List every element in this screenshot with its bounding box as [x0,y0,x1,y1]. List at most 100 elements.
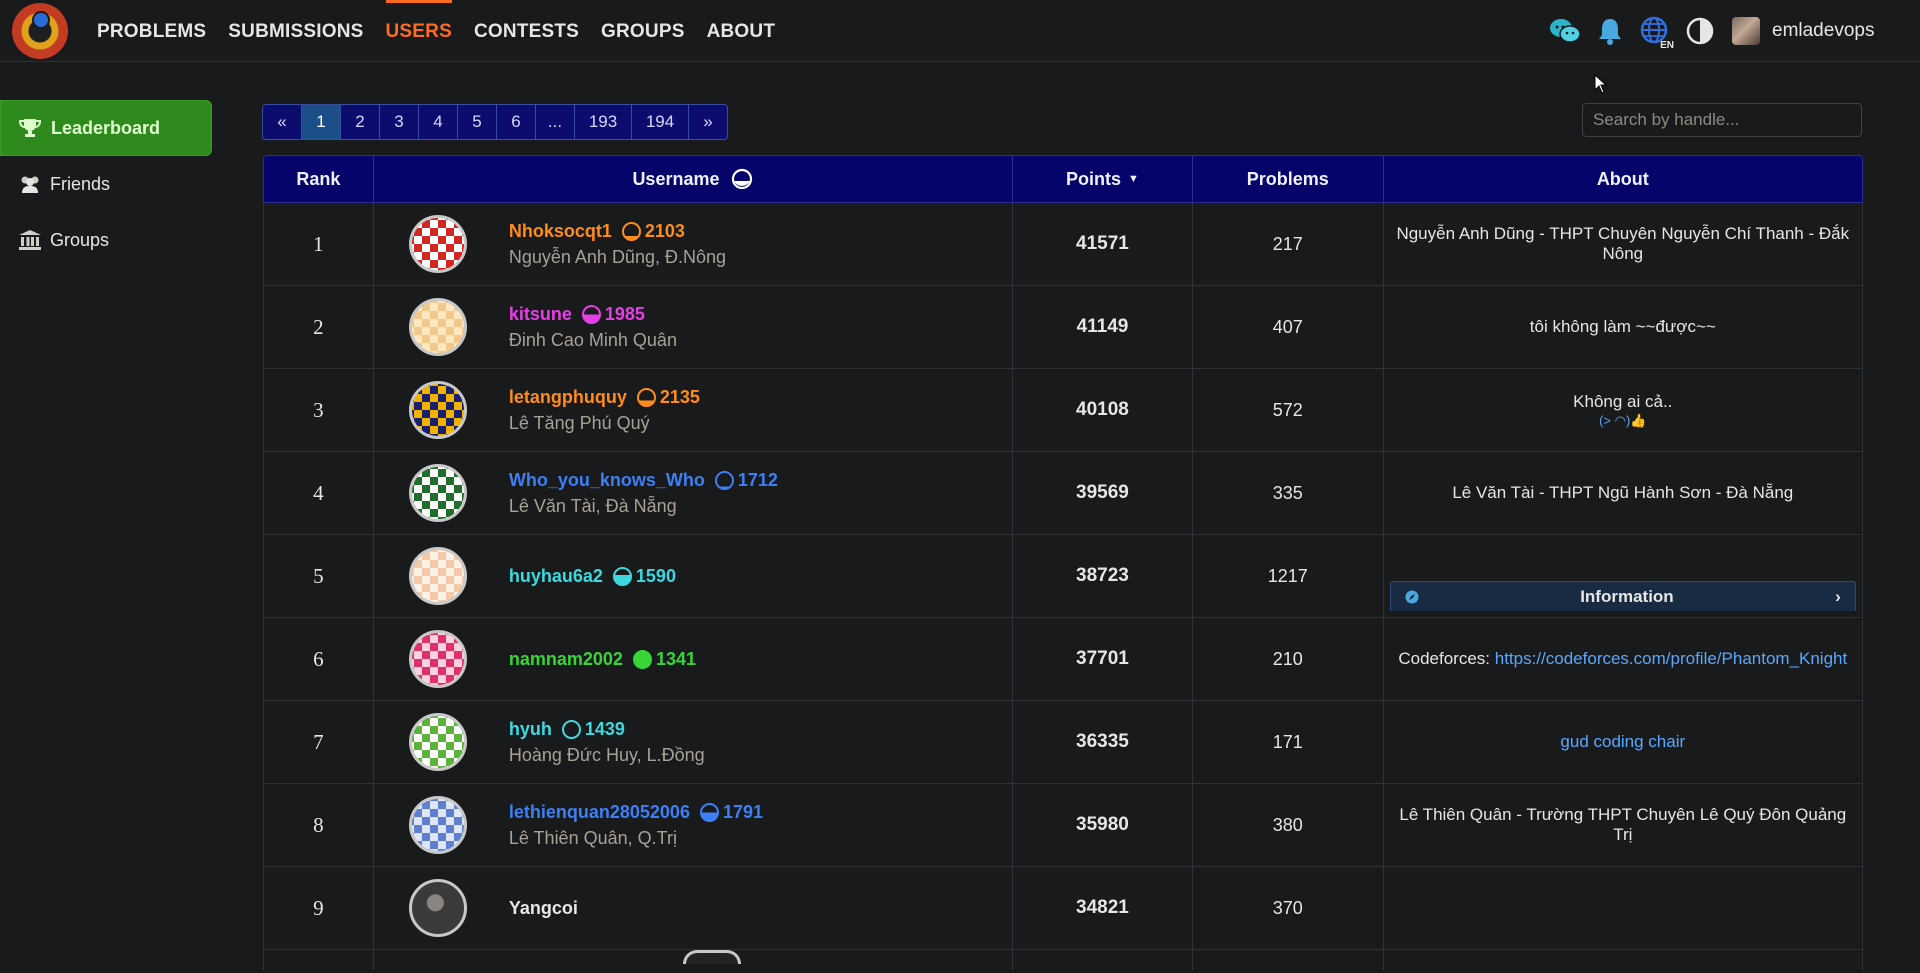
nav-groups[interactable]: GROUPS [601,0,685,61]
information-toggle[interactable]: Information › [1389,581,1856,611]
pagination-page-2[interactable]: 2 [340,104,380,140]
user-handle[interactable]: Who_you_knows_Who [509,470,705,491]
about-cell: Lê Thiên Quân - Trường THPT Chuyên Lê Qu… [1384,784,1862,866]
about-link[interactable]: gud coding chair [1560,732,1685,752]
about-cell: gud coding chair [1384,701,1862,783]
header-username[interactable]: Username [374,156,1014,202]
search-input[interactable] [1582,103,1862,137]
users-sidebar: Leaderboard Friends Groups [0,100,212,268]
avatar[interactable] [408,381,467,439]
table-row: 9 Yangcoi 34821 370 [263,867,1863,950]
pagination-page-193[interactable]: 193 [574,104,632,140]
contrast-icon[interactable] [1683,14,1717,48]
trophy-icon [19,117,45,139]
site-logo[interactable] [12,3,68,59]
table-body: 1 Nhoksocqt1 2103 Nguyễn Anh Dũng, Đ.Nôn… [263,203,1863,950]
header-points[interactable]: Points ▼ [1013,156,1193,202]
table-row: 6 namnam2002 1341 37701 210 Codeforces: … [263,618,1863,701]
rank-cell: 6 [264,618,374,700]
problems-cell: 572 [1193,369,1384,451]
problems-cell: 217 [1193,203,1384,285]
about-link[interactable]: https://codeforces.com/profile/Phantom_K… [1495,649,1847,668]
points-cell: 41149 [1013,286,1193,368]
avatar[interactable] [408,879,467,937]
pagination-next[interactable]: » [688,104,728,140]
user-handle[interactable]: kitsune [509,304,572,325]
pagination-page-4[interactable]: 4 [418,104,458,140]
user-fullname: Nguyễn Anh Dũng, Đ.Nông [508,246,727,267]
rating-circle-icon[interactable] [731,168,753,190]
user-cell: letangphuquy 2135 Lê Tăng Phú Quý [374,369,1014,451]
pagination-page-5[interactable]: 5 [457,104,497,140]
avatar[interactable] [408,215,467,273]
pagination-page-3[interactable]: 3 [379,104,419,140]
pagination-prev[interactable]: « [262,104,302,140]
header-rank[interactable]: Rank [264,156,374,202]
rating-circle-icon [621,221,641,241]
rank-cell: 4 [264,452,374,534]
points-cell: 35980 [1013,784,1193,866]
nav-contests[interactable]: CONTESTS [474,0,579,61]
rank-cell: 2 [264,286,374,368]
header-points-label: Points [1066,168,1122,189]
avatar[interactable] [408,298,467,356]
user-avatar[interactable] [1732,16,1760,45]
sidebar-item-friends[interactable]: Friends [0,156,212,212]
user-cell: Who_you_knows_Who 1712 Lê Văn Tài, Đà Nẵ… [374,452,1014,534]
user-rating: 1590 [635,565,676,586]
sidebar-item-label: Groups [50,229,110,250]
avatar[interactable] [408,796,467,854]
about-text: Lê Văn Tài - THPT Ngũ Hành Sơn - Đà Nẵng [1452,483,1794,502]
user-handle[interactable]: Nhoksocqt1 [509,221,612,242]
pagination-page-1[interactable]: 1 [301,104,341,140]
header-problems[interactable]: Problems [1193,156,1384,202]
problems-cell: 210 [1193,618,1384,700]
mouse-cursor-icon [1594,74,1608,94]
information-label: Information [1580,586,1674,606]
problems-cell: 380 [1193,784,1384,866]
avatar[interactable] [408,547,467,605]
points-cell: 37701 [1013,618,1193,700]
sidebar-item-groups[interactable]: Groups [0,212,212,268]
nav-users[interactable]: USERS [385,0,452,61]
user-handle[interactable]: letangphuquy [509,387,627,408]
avatar[interactable] [408,464,467,522]
user-rating: 1791 [722,801,763,822]
compass-icon [1405,590,1419,603]
nav-problems[interactable]: PROBLEMS [97,0,206,61]
sidebar-item-leaderboard[interactable]: Leaderboard [0,100,212,156]
user-rating: 1985 [604,303,645,324]
bell-icon[interactable] [1593,14,1627,48]
chat-icon[interactable] [1548,14,1582,48]
rating-circle-icon [714,470,734,490]
table-row: 2 kitsune 1985 Đinh Cao Minh Quân 41149 … [263,286,1863,369]
problems-cell: 1217 [1193,535,1384,617]
sidebar-item-label: Friends [50,173,111,194]
user-handle[interactable]: Yangcoi [509,898,578,919]
rating-circle-icon [561,719,581,739]
user-handle[interactable]: hyuh [509,719,552,740]
table-row: 8 lethienquan28052006 1791 Lê Thiên Quân… [263,784,1863,867]
user-handle[interactable]: lethienquan28052006 [509,802,690,823]
about-cell: Lê Văn Tài - THPT Ngũ Hành Sơn - Đà Nẵng [1384,452,1862,534]
pagination-page-194[interactable]: 194 [631,104,689,140]
nav-submissions[interactable]: SUBMISSIONS [228,0,363,61]
problems-cell: 407 [1193,286,1384,368]
user-rating: 1439 [584,718,625,739]
pagination-ellipsis: ... [535,104,575,140]
nav-about[interactable]: ABOUT [707,0,776,61]
globe-icon[interactable]: EN [1638,14,1674,51]
avatar[interactable] [408,713,467,771]
about-cell: Codeforces: https://codeforces.com/profi… [1384,618,1862,700]
user-handle[interactable]: huyhau6a2 [509,566,603,587]
user-rating: 1341 [655,648,696,669]
avatar[interactable] [682,950,741,964]
user-handle[interactable]: namnam2002 [509,649,623,670]
table-row: 5 huyhau6a2 1590 38723 1217 Information … [263,535,1863,618]
about-text: Lê Thiên Quân - Trường THPT Chuyên Lê Qu… [1399,805,1847,844]
avatar[interactable] [408,630,467,688]
pagination-page-6[interactable]: 6 [496,104,536,140]
current-username[interactable]: emladevops [1772,20,1874,42]
user-fullname: Lê Văn Tài, Đà Nẵng [508,495,677,516]
user-cell: namnam2002 1341 [374,618,1014,700]
